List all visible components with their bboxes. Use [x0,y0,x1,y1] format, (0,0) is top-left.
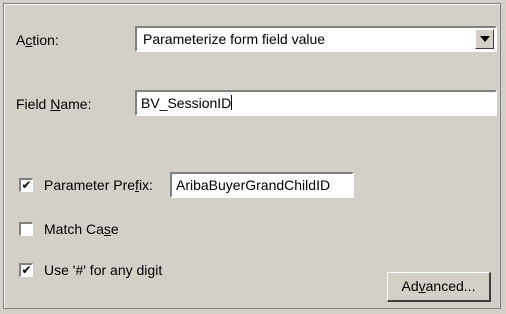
action-label: Action: [16,32,59,48]
advanced-button-label-accel: v [418,278,426,294]
field-name-label: Field Name: [16,96,91,112]
use-hash-digit-checkbox[interactable]: ✔ [19,263,33,277]
parameter-prefix-label[interactable]: Parameter Prefix: [44,177,153,193]
parameter-prefix-value: AribaBuyerGrandChildID [176,177,331,193]
advanced-button-label-rest: anced... [425,278,476,294]
action-label-text-rest: tion: [32,32,59,48]
parameter-prefix-label-text: Parameter Pre [44,177,136,193]
advanced-button[interactable]: Advanced... [387,272,491,302]
chevron-down-icon [479,36,490,42]
use-hash-digit-label-text-rest: it [155,262,163,278]
use-hash-digit-label[interactable]: Use '#' for any digit [44,262,162,278]
field-name-label-accel: N [50,96,61,112]
field-name-input[interactable]: BV_SessionID [135,90,497,116]
match-case-label-text: Match Ca [44,221,104,237]
action-label-text: A [16,32,26,48]
field-name-label-text: Field [16,96,51,112]
field-name-value: BV_SessionID [141,95,233,111]
field-name-value-text: BV_SessionID [141,95,232,111]
action-dropdown-button[interactable] [475,29,494,49]
parameter-prefix-input[interactable]: AribaBuyerGrandChildID [170,172,354,198]
parameter-prefix-checkbox[interactable]: ✔ [19,178,33,192]
action-dropdown[interactable]: Parameterize form field value [135,26,497,52]
match-case-label-accel: s [103,221,111,237]
match-case-checkbox[interactable] [19,222,33,236]
match-case-label-text-rest: e [110,221,119,237]
advanced-button-label: Ad [401,278,419,294]
parameter-prefix-label-text-rest: ix: [138,177,153,193]
match-case-label[interactable]: Match Case [44,221,119,237]
action-selected-value: Parameterize form field value [143,31,326,47]
use-hash-digit-label-text: Use '#' for any di [44,262,148,278]
text-caret [231,95,233,110]
field-name-label-text-rest: ame: [60,96,92,112]
